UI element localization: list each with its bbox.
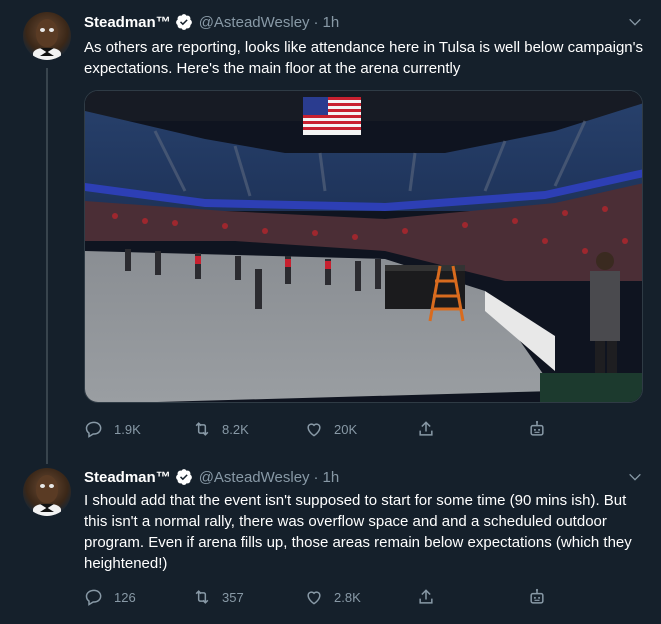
avatar[interactable] bbox=[23, 468, 71, 516]
thread-connector-line bbox=[46, 68, 48, 464]
share-icon bbox=[419, 421, 433, 436]
retweet-button[interactable]: 8.2K bbox=[192, 419, 249, 439]
timestamp[interactable]: 1h bbox=[323, 14, 340, 31]
avatar-eye-left bbox=[40, 28, 45, 32]
bot-analytics-icon bbox=[530, 588, 544, 604]
retweet-count: 357 bbox=[222, 589, 244, 605]
avatar-eye-right bbox=[49, 484, 54, 488]
retweet-count: 8.2K bbox=[222, 421, 249, 437]
retweet-button[interactable]: 357 bbox=[192, 587, 244, 607]
tweet-text: As others are reporting, looks like atte… bbox=[84, 39, 643, 77]
tweet-actions: 1.9K 8.2K 20K bbox=[84, 419, 554, 441]
analytics-button[interactable] bbox=[527, 419, 557, 439]
like-button[interactable]: 2.8K bbox=[304, 587, 361, 607]
avatar-face bbox=[36, 475, 58, 503]
reply-count: 1.9K bbox=[114, 421, 141, 437]
display-name[interactable]: Steadman™ bbox=[84, 469, 171, 486]
timestamp[interactable]: 1h bbox=[323, 469, 340, 486]
retweet-icon bbox=[195, 590, 209, 604]
like-button[interactable]: 20K bbox=[304, 419, 357, 439]
chevron-down-icon[interactable] bbox=[627, 14, 643, 30]
like-count: 20K bbox=[334, 421, 358, 437]
retweet-icon bbox=[195, 422, 209, 436]
bot-analytics-icon bbox=[530, 420, 544, 436]
tweet-1[interactable]: Steadman™ @AsteadWesley · 1h As others a… bbox=[0, 0, 661, 464]
avatar-eye-right bbox=[49, 28, 54, 32]
user-handle[interactable]: @AsteadWesley bbox=[199, 469, 310, 486]
user-handle[interactable]: @AsteadWesley bbox=[199, 14, 310, 31]
chevron-down-icon[interactable] bbox=[627, 469, 643, 485]
reply-count: 126 bbox=[114, 589, 136, 605]
avatar[interactable] bbox=[23, 12, 71, 60]
verified-badge-icon bbox=[175, 14, 192, 30]
tweet-header: Steadman™ @AsteadWesley · 1h bbox=[84, 11, 339, 33]
share-button[interactable] bbox=[416, 587, 446, 607]
display-name[interactable]: Steadman™ bbox=[84, 14, 171, 31]
avatar-eye-left bbox=[40, 484, 45, 488]
verified-badge-icon bbox=[175, 469, 192, 485]
separator-dot: · bbox=[313, 468, 319, 486]
tweet-2[interactable]: Steadman™ @AsteadWesley · 1h I should ad… bbox=[0, 456, 661, 624]
avatar-face bbox=[36, 19, 58, 47]
like-count: 2.8K bbox=[334, 589, 361, 605]
heart-icon bbox=[307, 591, 321, 605]
tweet-photo[interactable] bbox=[84, 90, 643, 403]
arena-photo-illustration bbox=[85, 91, 642, 402]
tweet-text: I should add that the event isn't suppos… bbox=[84, 492, 632, 572]
reply-icon bbox=[85, 589, 102, 606]
separator-dot: · bbox=[313, 13, 319, 31]
share-button[interactable] bbox=[416, 419, 446, 439]
analytics-button[interactable] bbox=[527, 587, 557, 607]
heart-icon bbox=[307, 423, 321, 437]
share-icon bbox=[419, 589, 433, 604]
reply-icon bbox=[85, 421, 102, 438]
tweet-actions: 126 357 2.8K bbox=[84, 587, 554, 609]
tweet-header: Steadman™ @AsteadWesley · 1h bbox=[84, 466, 339, 488]
reply-button[interactable]: 126 bbox=[84, 587, 136, 607]
reply-button[interactable]: 1.9K bbox=[84, 419, 141, 439]
